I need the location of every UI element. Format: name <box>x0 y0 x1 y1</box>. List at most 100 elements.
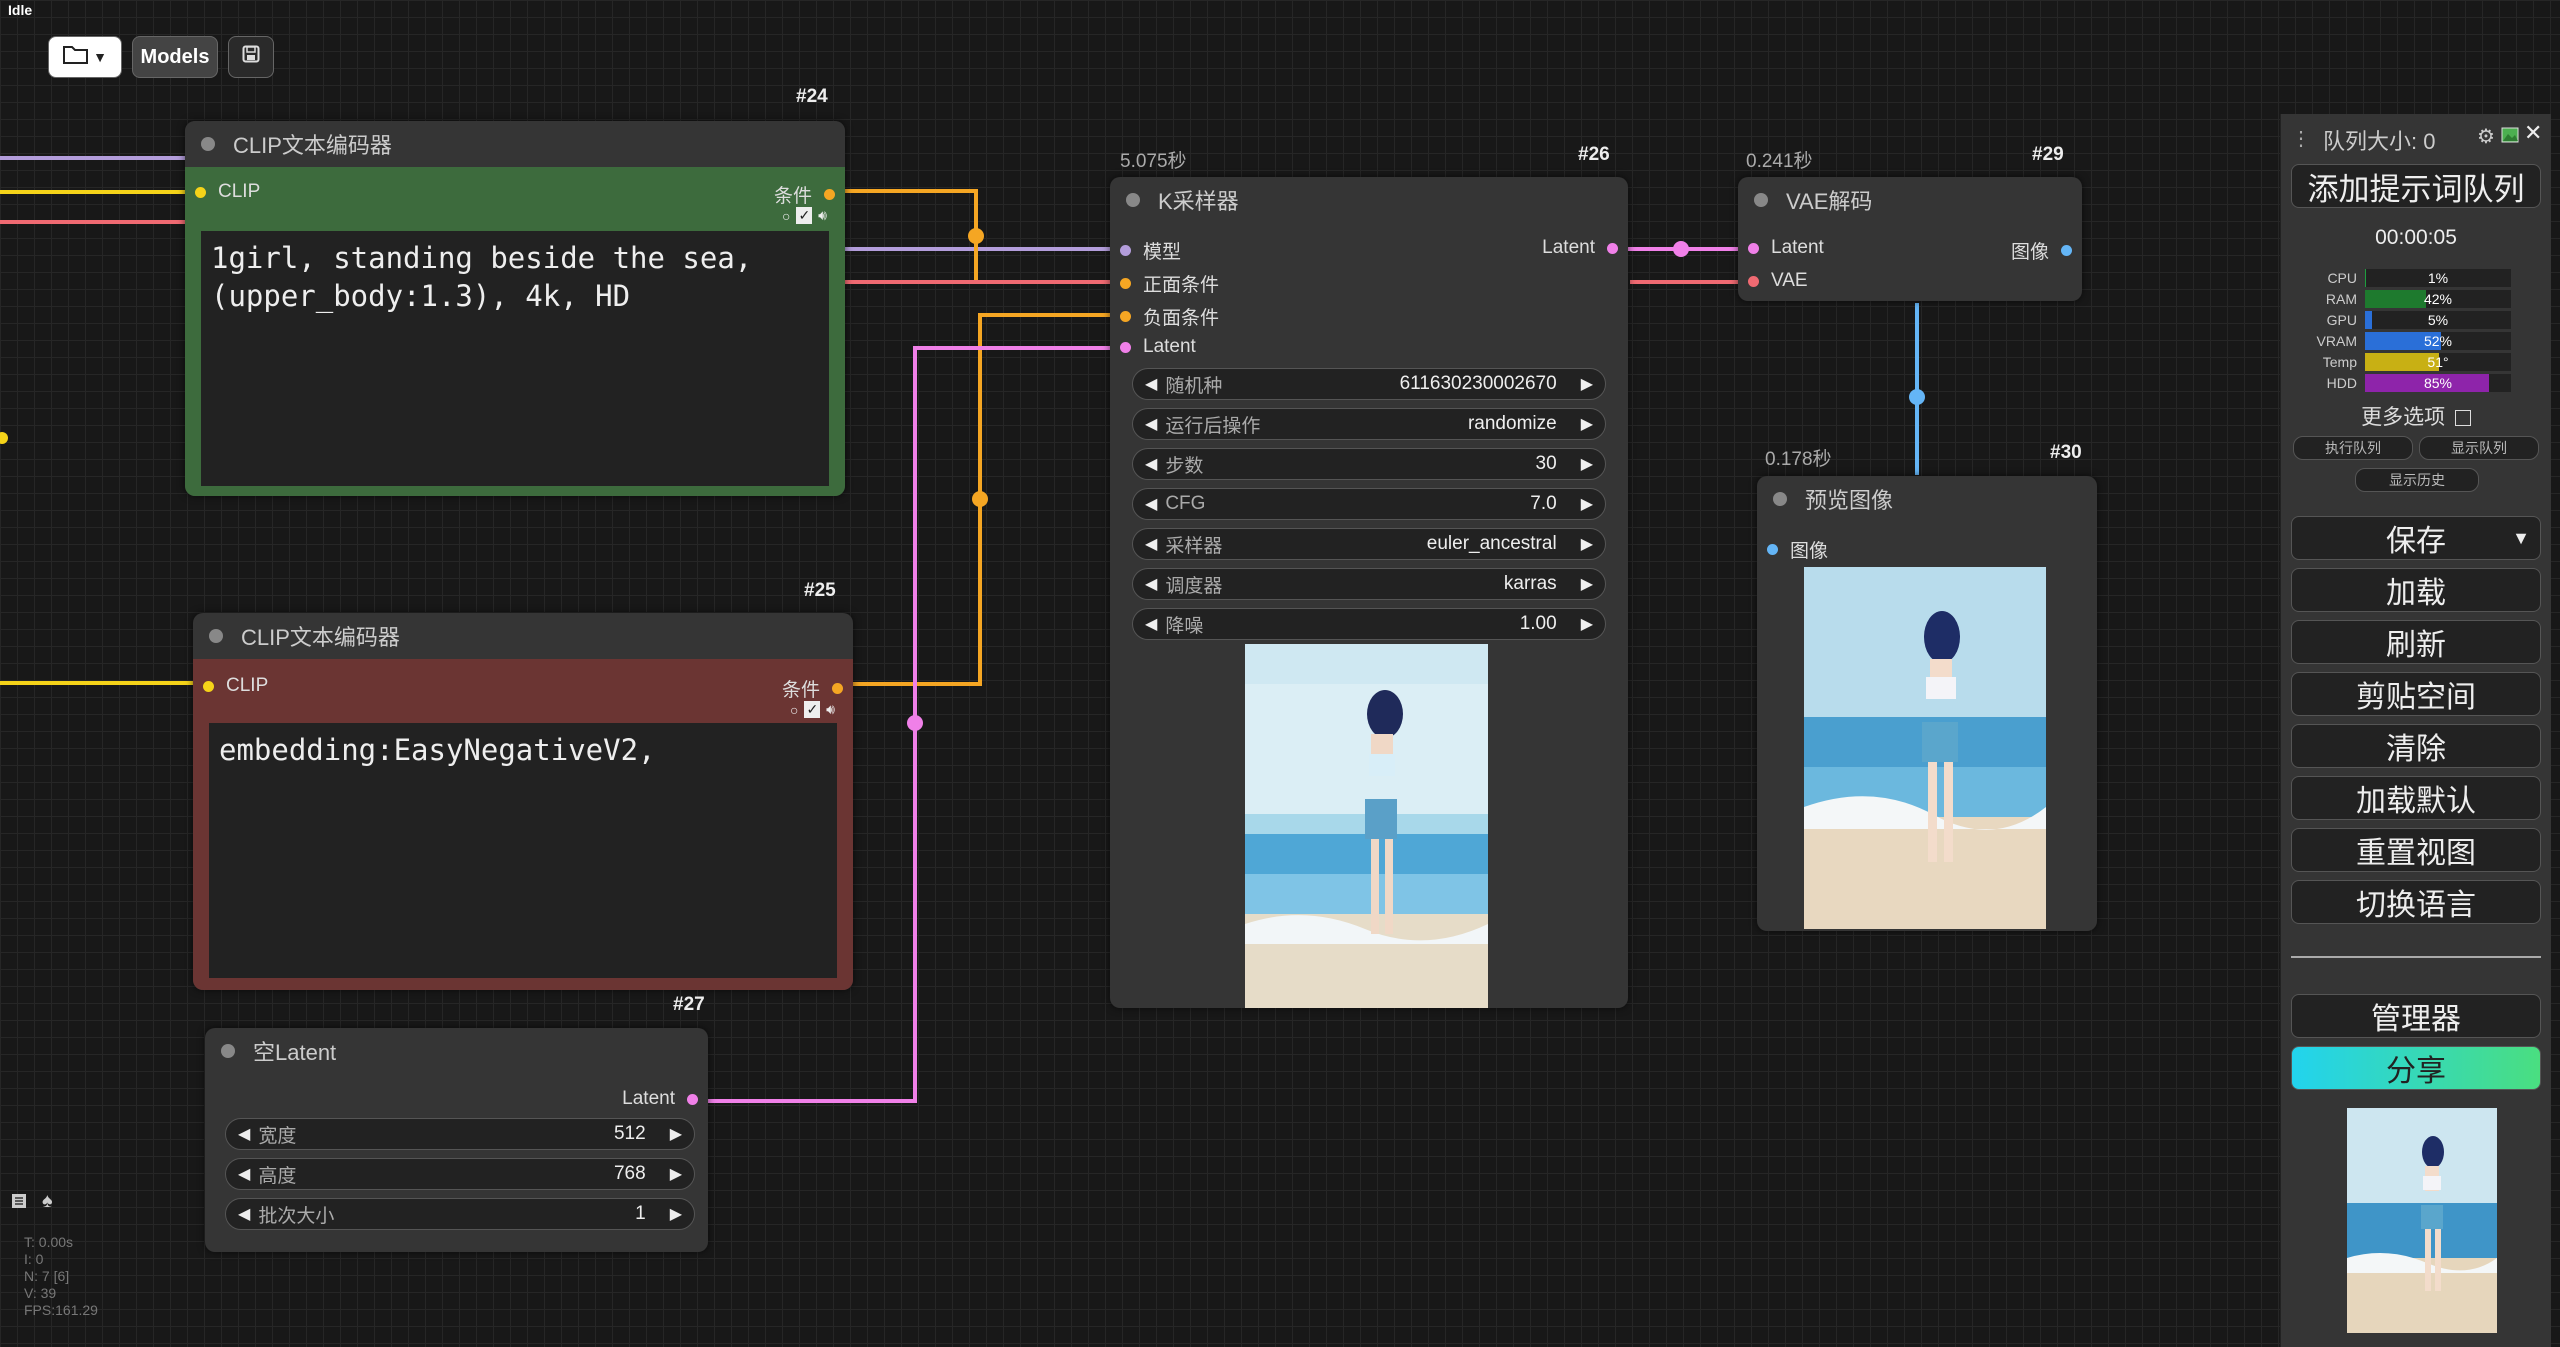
decrement-arrow-icon[interactable]: ◀ <box>1145 494 1157 514</box>
speaker-icon[interactable]: 🔊︎ <box>826 701 835 718</box>
negative-input-slot[interactable]: 负面条件 <box>1120 303 1219 330</box>
decrement-arrow-icon[interactable]: ◀ <box>1145 454 1157 474</box>
folder-menu-button[interactable]: ▼ <box>48 36 122 78</box>
switch-language-button[interactable]: 切换语言 <box>2291 880 2541 924</box>
image-output-slot[interactable]: 图像 <box>2011 237 2072 264</box>
ksampler-widget-0[interactable]: ◀ 随机种 611630230002670 ▶ <box>1132 368 1606 400</box>
height-widget[interactable]: ◀ 高度 768 ▶ <box>225 1158 695 1190</box>
prompt-textarea[interactable]: embedding:EasyNegativeV2, <box>209 723 837 978</box>
load-default-button[interactable]: 加载默认 <box>2291 776 2541 820</box>
reset-view-button[interactable]: 重置视图 <box>2291 828 2541 872</box>
node-title: 空Latent <box>253 1040 337 1065</box>
execute-queue-button[interactable]: 执行队列 <box>2293 436 2413 460</box>
queue-prompt-button[interactable]: 添加提示词队列 <box>2291 164 2541 208</box>
model-input-slot[interactable]: 模型 <box>1120 237 1181 264</box>
decrement-arrow-icon[interactable]: ◀ <box>238 1204 250 1224</box>
ksampler-widget-1[interactable]: ◀ 运行后操作 randomize ▶ <box>1132 408 1606 440</box>
latent-input-slot[interactable]: Latent <box>1120 336 1196 358</box>
node-option-icons: ○ ✓ 🔊︎ <box>782 207 827 224</box>
collapse-dot[interactable] <box>1773 492 1787 506</box>
tree-icon[interactable]: ♠ <box>42 1190 53 1213</box>
clip-text-encoder-positive-node[interactable]: CLIP文本编码器 CLIP 条件 ○ ✓ 🔊︎ 1girl, standing… <box>185 121 845 496</box>
circle-icon[interactable]: ○ <box>782 208 790 224</box>
load-button[interactable]: 加载 <box>2291 568 2541 612</box>
close-icon[interactable]: ✕ <box>2524 120 2542 146</box>
increment-arrow-icon[interactable]: ▶ <box>670 1124 682 1144</box>
conditioning-output-slot[interactable]: 条件 <box>782 675 843 702</box>
circle-icon[interactable]: ○ <box>790 702 798 718</box>
image-icon[interactable] <box>2501 126 2519 149</box>
conditioning-output-slot[interactable]: 条件 <box>774 181 835 208</box>
ksampler-widget-2[interactable]: ◀ 步数 30 ▶ <box>1132 448 1606 480</box>
decrement-arrow-icon[interactable]: ◀ <box>1145 534 1157 554</box>
more-options-toggle[interactable]: 更多选项 <box>2281 401 2551 431</box>
clear-button[interactable]: 清除 <box>2291 724 2541 768</box>
collapse-dot[interactable] <box>1754 193 1768 207</box>
latent-input-slot[interactable]: Latent <box>1748 237 1824 259</box>
notes-icon[interactable] <box>10 1192 28 1215</box>
ksampler-widget-4[interactable]: ◀ 采样器 euler_ancestral ▶ <box>1132 528 1606 560</box>
collapse-dot[interactable] <box>221 1044 235 1058</box>
widget-label: 降噪 <box>1165 615 1204 637</box>
positive-input-slot[interactable]: 正面条件 <box>1120 270 1219 297</box>
drag-handle-icon[interactable]: ⋮ <box>2291 126 2311 151</box>
node-26-id: #26 <box>1578 144 1610 165</box>
increment-arrow-icon[interactable]: ▶ <box>670 1204 682 1224</box>
clip-input-label: CLIP <box>226 675 269 696</box>
show-history-button[interactable]: 显示历史 <box>2355 468 2479 492</box>
node-title: CLIP文本编码器 <box>241 625 400 650</box>
checkbox-icon[interactable]: ✓ <box>804 701 821 718</box>
save-workflow-button[interactable] <box>228 36 274 78</box>
ksampler-widget-6[interactable]: ◀ 降噪 1.00 ▶ <box>1132 608 1606 640</box>
manager-button[interactable]: 管理器 <box>2291 994 2541 1038</box>
latent-output-slot[interactable]: Latent <box>622 1088 698 1110</box>
vae-input-slot[interactable]: VAE <box>1748 270 1808 292</box>
batch-size-widget[interactable]: ◀ 批次大小 1 ▶ <box>225 1198 695 1230</box>
decrement-arrow-icon[interactable]: ◀ <box>238 1124 250 1144</box>
clip-input-slot[interactable]: CLIP <box>195 181 260 203</box>
ksampler-node[interactable]: K采样器 模型 正面条件 负面条件 Latent Latent ◀ 随机种 6116… <box>1110 177 1628 1008</box>
clip-input-slot[interactable]: CLIP <box>203 675 268 697</box>
widget-value: euler_ancestral <box>1426 533 1557 554</box>
save-button[interactable]: 保存 ▼ <box>2291 516 2541 560</box>
clipspace-button[interactable]: 剪贴空间 <box>2291 672 2541 716</box>
ksampler-widget-3[interactable]: ◀ CFG 7.0 ▶ <box>1132 488 1606 520</box>
checkbox-icon[interactable] <box>2454 410 2471 427</box>
increment-arrow-icon[interactable]: ▶ <box>1581 614 1593 634</box>
collapse-dot[interactable] <box>201 137 215 151</box>
empty-latent-node[interactable]: 空Latent Latent ◀ 宽度 512 ▶ ◀ 高度 768 ▶ ◀ 批次大小 1 ▶ <box>205 1028 708 1252</box>
increment-arrow-icon[interactable]: ▶ <box>1581 574 1593 594</box>
width-widget[interactable]: ◀ 宽度 512 ▶ <box>225 1118 695 1150</box>
chevron-down-icon[interactable]: ▼ <box>2512 528 2530 549</box>
increment-arrow-icon[interactable]: ▶ <box>1581 494 1593 514</box>
collapse-dot[interactable] <box>209 629 223 643</box>
refresh-button[interactable]: 刷新 <box>2291 620 2541 664</box>
share-button[interactable]: 分享 <box>2291 1046 2541 1090</box>
decrement-arrow-icon[interactable]: ◀ <box>1145 614 1157 634</box>
collapse-dot[interactable] <box>1126 193 1140 207</box>
image-input-slot[interactable]: 图像 <box>1767 536 1828 563</box>
prompt-textarea[interactable]: 1girl, standing beside the sea, (upper_b… <box>201 231 829 486</box>
conditioning-slot-dot <box>832 683 843 694</box>
increment-arrow-icon[interactable]: ▶ <box>1581 374 1593 394</box>
preview-image-node[interactable]: 预览图像 图像 <box>1757 476 2097 931</box>
vae-decode-node[interactable]: VAE解码 Latent VAE 图像 <box>1738 177 2082 301</box>
decrement-arrow-icon[interactable]: ◀ <box>238 1164 250 1184</box>
models-button[interactable]: Models <box>132 36 218 78</box>
decrement-arrow-icon[interactable]: ◀ <box>1145 414 1157 434</box>
increment-arrow-icon[interactable]: ▶ <box>1581 414 1593 434</box>
checkbox-icon[interactable]: ✓ <box>796 207 813 224</box>
decrement-arrow-icon[interactable]: ◀ <box>1145 574 1157 594</box>
latent-output-slot[interactable]: Latent <box>1542 237 1618 259</box>
widget-value: 611630230002670 <box>1399 373 1557 394</box>
gear-icon[interactable]: ⚙ <box>2477 124 2495 149</box>
show-queue-button[interactable]: 显示队列 <box>2419 436 2539 460</box>
clip-text-encoder-negative-node[interactable]: CLIP文本编码器 CLIP 条件 ○ ✓ 🔊︎ embedding:EasyN… <box>193 613 853 990</box>
increment-arrow-icon[interactable]: ▶ <box>1581 534 1593 554</box>
decrement-arrow-icon[interactable]: ◀ <box>1145 374 1157 394</box>
speaker-icon[interactable]: 🔊︎ <box>818 207 827 224</box>
latest-image-thumbnail[interactable] <box>2347 1108 2497 1333</box>
ksampler-widget-5[interactable]: ◀ 调度器 karras ▶ <box>1132 568 1606 600</box>
increment-arrow-icon[interactable]: ▶ <box>670 1164 682 1184</box>
increment-arrow-icon[interactable]: ▶ <box>1581 454 1593 474</box>
